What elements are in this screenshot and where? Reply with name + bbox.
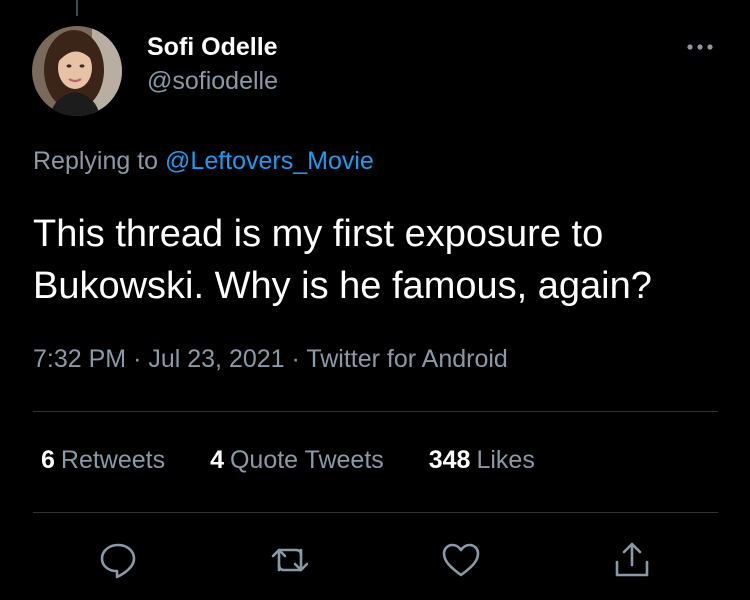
more-options-icon[interactable]: [682, 38, 718, 56]
avatar[interactable]: [32, 26, 122, 116]
share-button[interactable]: [612, 540, 652, 580]
retweet-icon: [271, 548, 309, 572]
retweet-button[interactable]: [270, 540, 310, 580]
quote-tweets-stat[interactable]: 4 Quote Tweets: [210, 446, 384, 475]
reply-button[interactable]: [98, 540, 138, 580]
retweets-count: 6: [41, 446, 55, 474]
quote-tweets-count: 4: [210, 446, 224, 474]
author-handle[interactable]: @sofiodelle: [147, 64, 278, 98]
reply-mention-link[interactable]: @Leftovers_Movie: [165, 147, 374, 175]
replying-to-label: Replying to: [33, 147, 159, 175]
author-display-name[interactable]: Sofi Odelle: [147, 30, 278, 64]
likes-stat[interactable]: 348 Likes: [429, 446, 535, 475]
divider: [33, 512, 718, 513]
divider: [33, 411, 718, 412]
author-block: Sofi Odelle @sofiodelle: [147, 30, 278, 98]
tweet-meta: 7:32 PM · Jul 23, 2021 · Twitter for And…: [33, 345, 508, 374]
like-button[interactable]: [441, 540, 481, 580]
like-icon: [442, 543, 480, 577]
tweet-text: This thread is my first exposure to Buko…: [33, 213, 652, 307]
tweet-stats: 6 Retweets 4 Quote Tweets 348 Likes: [41, 446, 573, 475]
reply-icon: [100, 543, 136, 579]
likes-label: Likes: [476, 446, 535, 474]
retweets-stat[interactable]: 6 Retweets: [41, 446, 165, 475]
share-icon: [615, 542, 649, 577]
quote-tweets-label: Quote Tweets: [229, 446, 384, 474]
tweet-source[interactable]: Twitter for Android: [306, 345, 507, 373]
tweet-time[interactable]: 7:32 PM: [33, 345, 126, 373]
meta-separator: ·: [133, 345, 142, 373]
replying-to: Replying to @Leftovers_Movie: [33, 147, 374, 176]
profile-photo-icon: [32, 26, 122, 116]
meta-separator: ·: [291, 345, 300, 373]
tweet-date[interactable]: Jul 23, 2021: [148, 345, 284, 373]
likes-count: 348: [428, 446, 471, 474]
thread-connector-line: [76, 0, 78, 16]
retweets-label: Retweets: [60, 446, 166, 474]
